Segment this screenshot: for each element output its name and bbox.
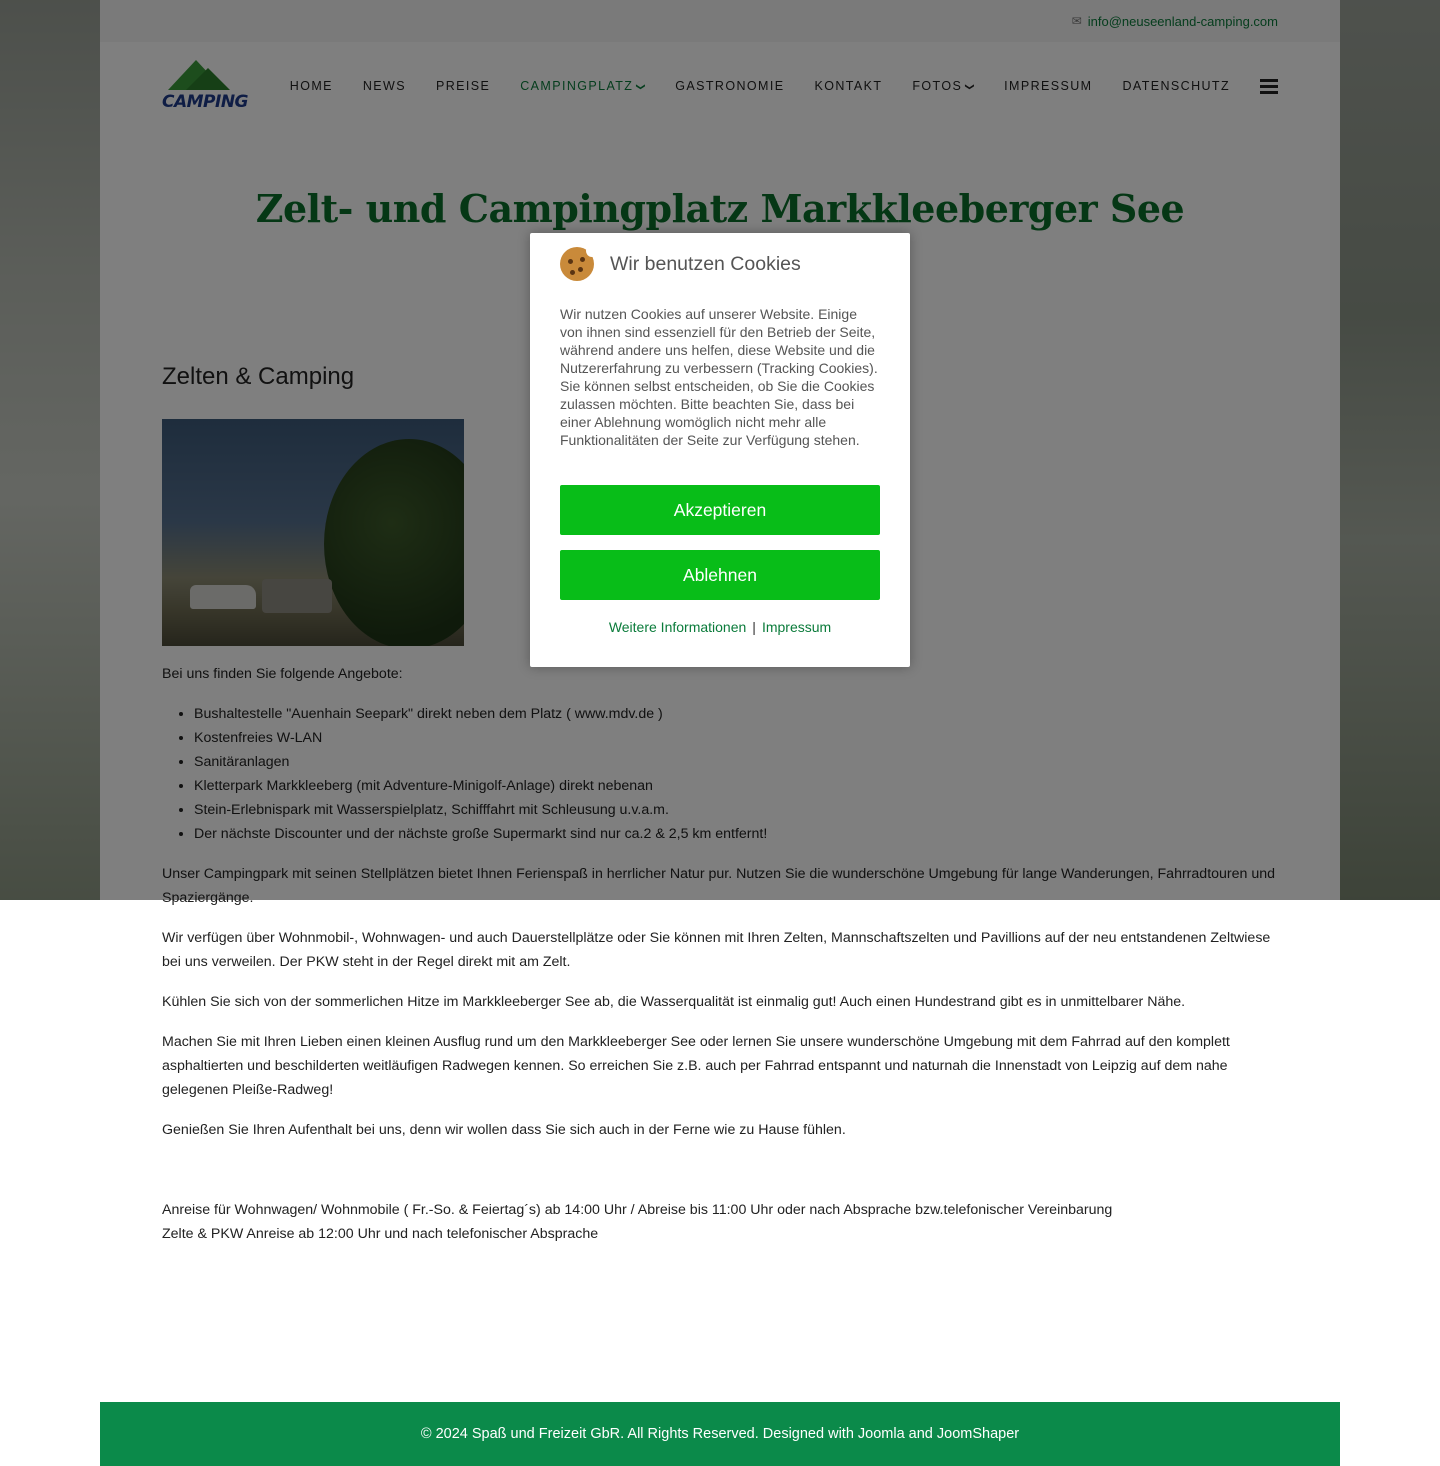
- copyright-text: © 2024 Spaß und Freizeit GbR. All Rights…: [420, 1426, 1020, 1442]
- imprint-link[interactable]: Impressum: [762, 619, 831, 635]
- cookie-dialog-header: Wir benutzen Cookies: [560, 245, 880, 281]
- body-paragraph: Machen Sie mit Ihren Lieben einen kleine…: [162, 1034, 1230, 1098]
- link-separator: |: [752, 619, 756, 635]
- decline-cookies-button[interactable]: Ablehnen: [560, 550, 880, 600]
- body-paragraph: Wir verfügen über Wohnmobil-, Wohnwagen-…: [162, 930, 1271, 970]
- accept-cookies-button[interactable]: Akzeptieren: [560, 485, 880, 535]
- cookie-dialog-title: Wir benutzen Cookies: [610, 252, 801, 275]
- body-paragraph: Kühlen Sie sich von der sommerlichen Hit…: [162, 994, 1186, 1010]
- arrival-info-1: Anreise für Wohnwagen/ Wohnmobile ( Fr.-…: [162, 1202, 1113, 1218]
- body-paragraph: Genießen Sie Ihren Aufenthalt bei uns, d…: [162, 1122, 846, 1138]
- cookie-dialog-links: Weitere Informationen | Impressum: [560, 619, 880, 635]
- footer: © 2024 Spaß und Freizeit GbR. All Rights…: [100, 1402, 1340, 1466]
- paragraphs: Unser Campingpark mit seinen Stellplätze…: [162, 862, 1278, 1142]
- cookie-dialog: Wir benutzen Cookies Wir nutzen Cookies …: [530, 233, 910, 667]
- more-info-link[interactable]: Weitere Informationen: [609, 619, 746, 635]
- cookie-dialog-text: Wir nutzen Cookies auf unserer Website. …: [560, 306, 878, 448]
- cookie-icon: [560, 245, 598, 281]
- arrival-info-2: Zelte & PKW Anreise ab 12:00 Uhr und nac…: [162, 1226, 599, 1242]
